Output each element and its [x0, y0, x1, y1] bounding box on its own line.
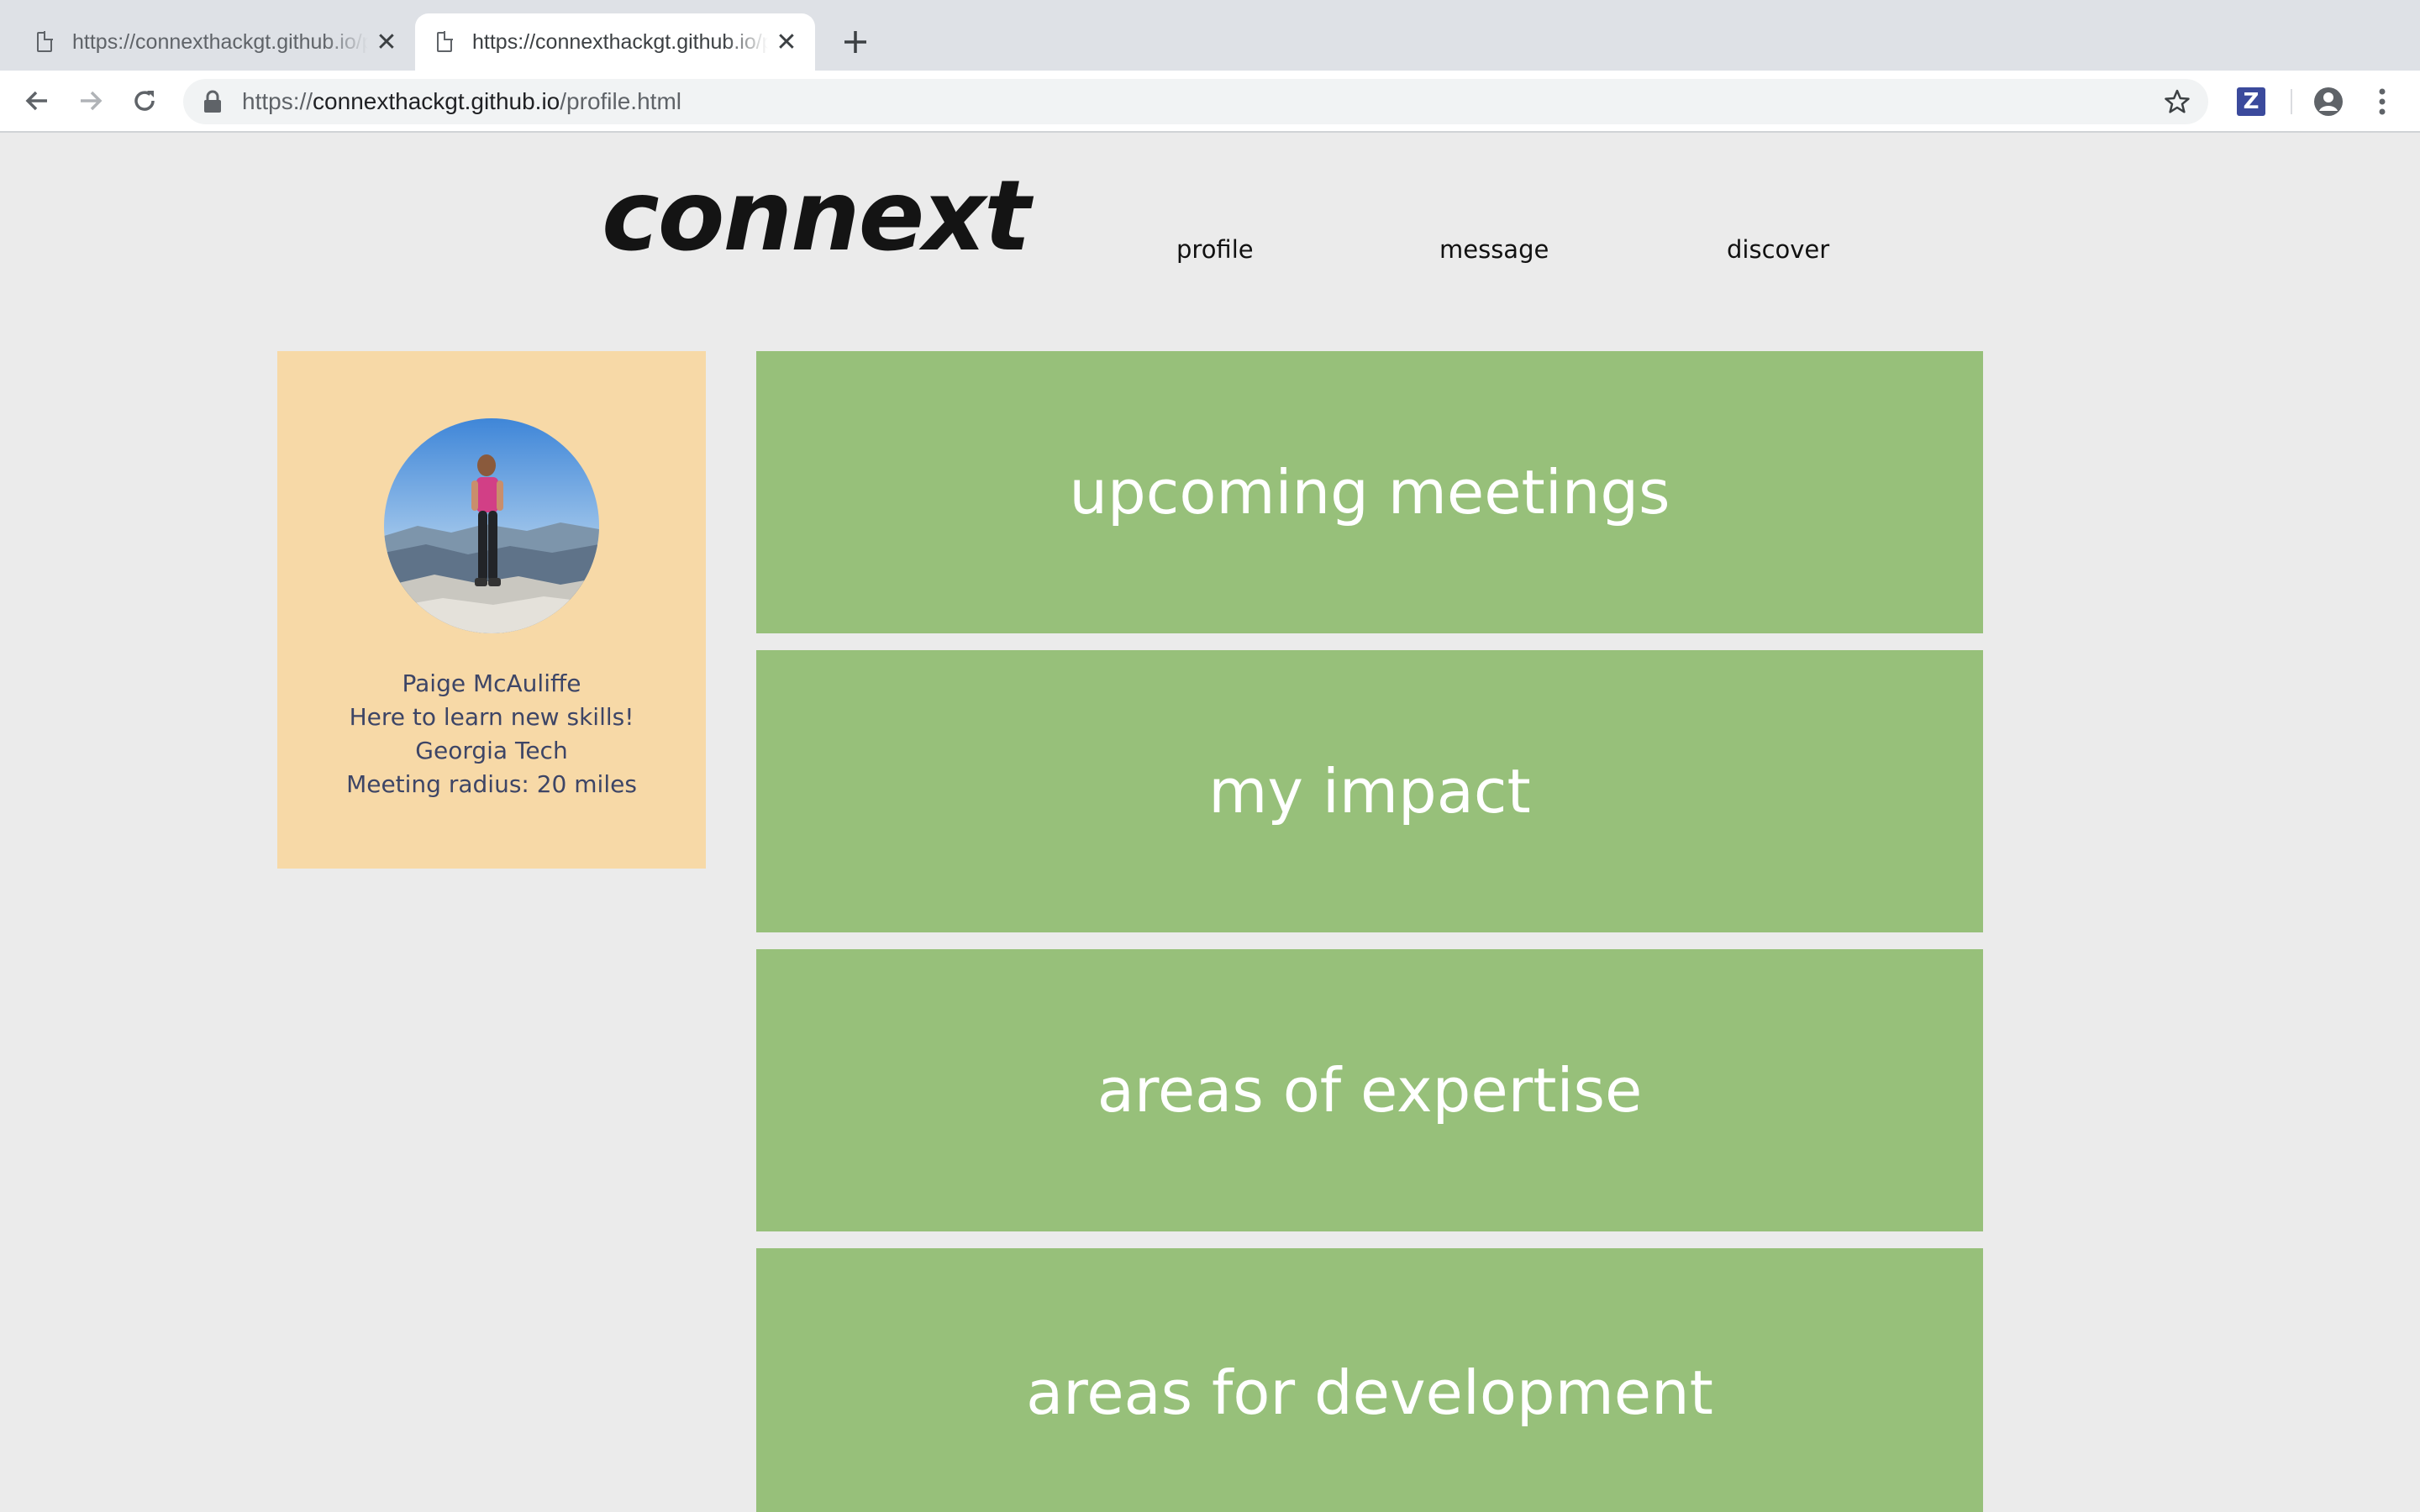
panel-title: upcoming meetings: [1069, 457, 1670, 528]
tab-close-icon[interactable]: ✕: [768, 24, 805, 60]
url-scheme: https://: [242, 88, 313, 114]
document-icon: [437, 31, 453, 52]
profile-tagline: Here to learn new skills!: [349, 703, 634, 731]
panel-title: my impact: [1208, 756, 1531, 827]
panel-title: areas for development: [1026, 1357, 1713, 1428]
forward-arrow-icon: [81, 91, 103, 111]
tab-title: https://connexthackgt.github.io/profile.…: [72, 29, 368, 54]
browser-tab-2[interactable]: https://connexthackgt.github.io/profile.…: [415, 13, 815, 71]
reload-button[interactable]: [124, 81, 165, 121]
profile-photo-image: [384, 418, 599, 633]
browser-tab-1[interactable]: https://connexthackgt.github.io/profile.…: [15, 13, 415, 71]
lock-icon: [204, 90, 221, 113]
upcoming-meetings-panel[interactable]: upcoming meetings: [756, 351, 1983, 633]
new-tab-button[interactable]: [835, 20, 876, 64]
tab-title: https://connexthackgt.github.io/profile.…: [472, 29, 768, 54]
url-path: /profile.html: [560, 88, 681, 114]
my-impact-panel[interactable]: my impact: [756, 650, 1983, 932]
plus-icon: [844, 31, 866, 53]
account-avatar-icon[interactable]: [2312, 86, 2344, 118]
kebab-menu-icon[interactable]: [2371, 86, 2393, 118]
browser-tabstrip: https://connexthackgt.github.io/profile.…: [0, 0, 2420, 71]
profile-card: Paige McAuliffe Here to learn new skills…: [277, 351, 706, 869]
areas-of-expertise-panel[interactable]: areas of expertise: [756, 949, 1983, 1231]
document-icon: [37, 31, 53, 52]
areas-for-development-panel[interactable]: areas for development: [756, 1248, 1983, 1512]
nav-discover-link[interactable]: discover: [1727, 235, 1829, 264]
toolbar-divider: [2291, 89, 2292, 114]
profile-meeting-radius: Meeting radius: 20 miles: [346, 770, 637, 798]
address-bar[interactable]: https://connexthackgt.github.io/profile.…: [183, 79, 2208, 124]
extension-z-icon[interactable]: Z: [2237, 87, 2265, 116]
forward-button[interactable]: [71, 81, 111, 121]
panel-title: areas of expertise: [1097, 1055, 1643, 1126]
url-host: connexthackgt.github.io: [313, 88, 560, 114]
reload-icon: [134, 91, 155, 111]
profile-photo: [384, 418, 599, 633]
tab-close-icon[interactable]: ✕: [368, 24, 405, 60]
bookmark-star-icon[interactable]: [2165, 89, 2190, 114]
profile-info: Paige McAuliffe Here to learn new skills…: [277, 667, 706, 801]
browser-toolbar: https://connexthackgt.github.io/profile.…: [0, 71, 2420, 133]
back-button[interactable]: [17, 81, 57, 121]
nav-profile-link[interactable]: profile: [1176, 235, 1254, 264]
back-arrow-icon: [25, 91, 47, 111]
profile-name: Paige McAuliffe: [402, 669, 581, 697]
site-logo[interactable]: connext: [602, 168, 1031, 265]
url-text: https://connexthackgt.github.io/profile.…: [242, 88, 681, 115]
nav-message-link[interactable]: message: [1439, 235, 1549, 264]
profile-school: Georgia Tech: [415, 737, 568, 764]
